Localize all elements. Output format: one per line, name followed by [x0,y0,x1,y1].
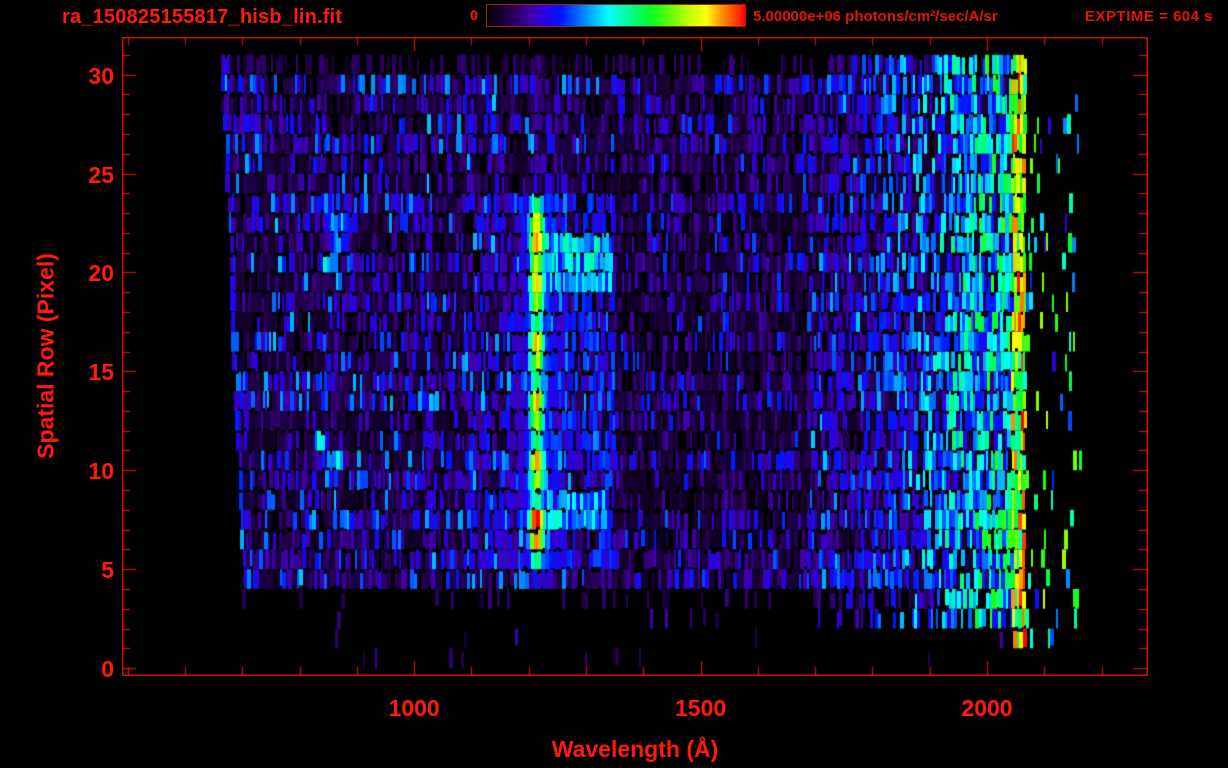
y-tick-label: 5 [101,557,114,584]
x-tick-label: 1500 [674,695,727,721]
colorbar-min-label: 0 [470,7,478,23]
spectrogram-canvas [122,37,1148,676]
x-axis-label: Wavelength (Å) [551,736,719,762]
exptime-label: EXPTIME = 604 s [1085,8,1213,25]
y-axis-label: Spatial Row (Pixel) [32,253,59,459]
colorbar-max-label: 5.00000e+06 photons/cm²/sec/A/sr [753,8,998,25]
colorbar [486,4,746,27]
file-title: ra_150825155817_hisb_lin.fit [62,6,343,28]
x-tick-label: 1000 [388,695,440,721]
y-tick-label: 30 [88,62,114,89]
y-tick-label: 0 [101,656,114,683]
idl-plot-window: ra_150825155817_hisb_lin.fit 0 5.00000e+… [0,0,1228,768]
x-tick-label: 2000 [961,695,1013,721]
y-tick-label: 10 [88,458,114,485]
y-tick-label: 25 [88,161,114,188]
